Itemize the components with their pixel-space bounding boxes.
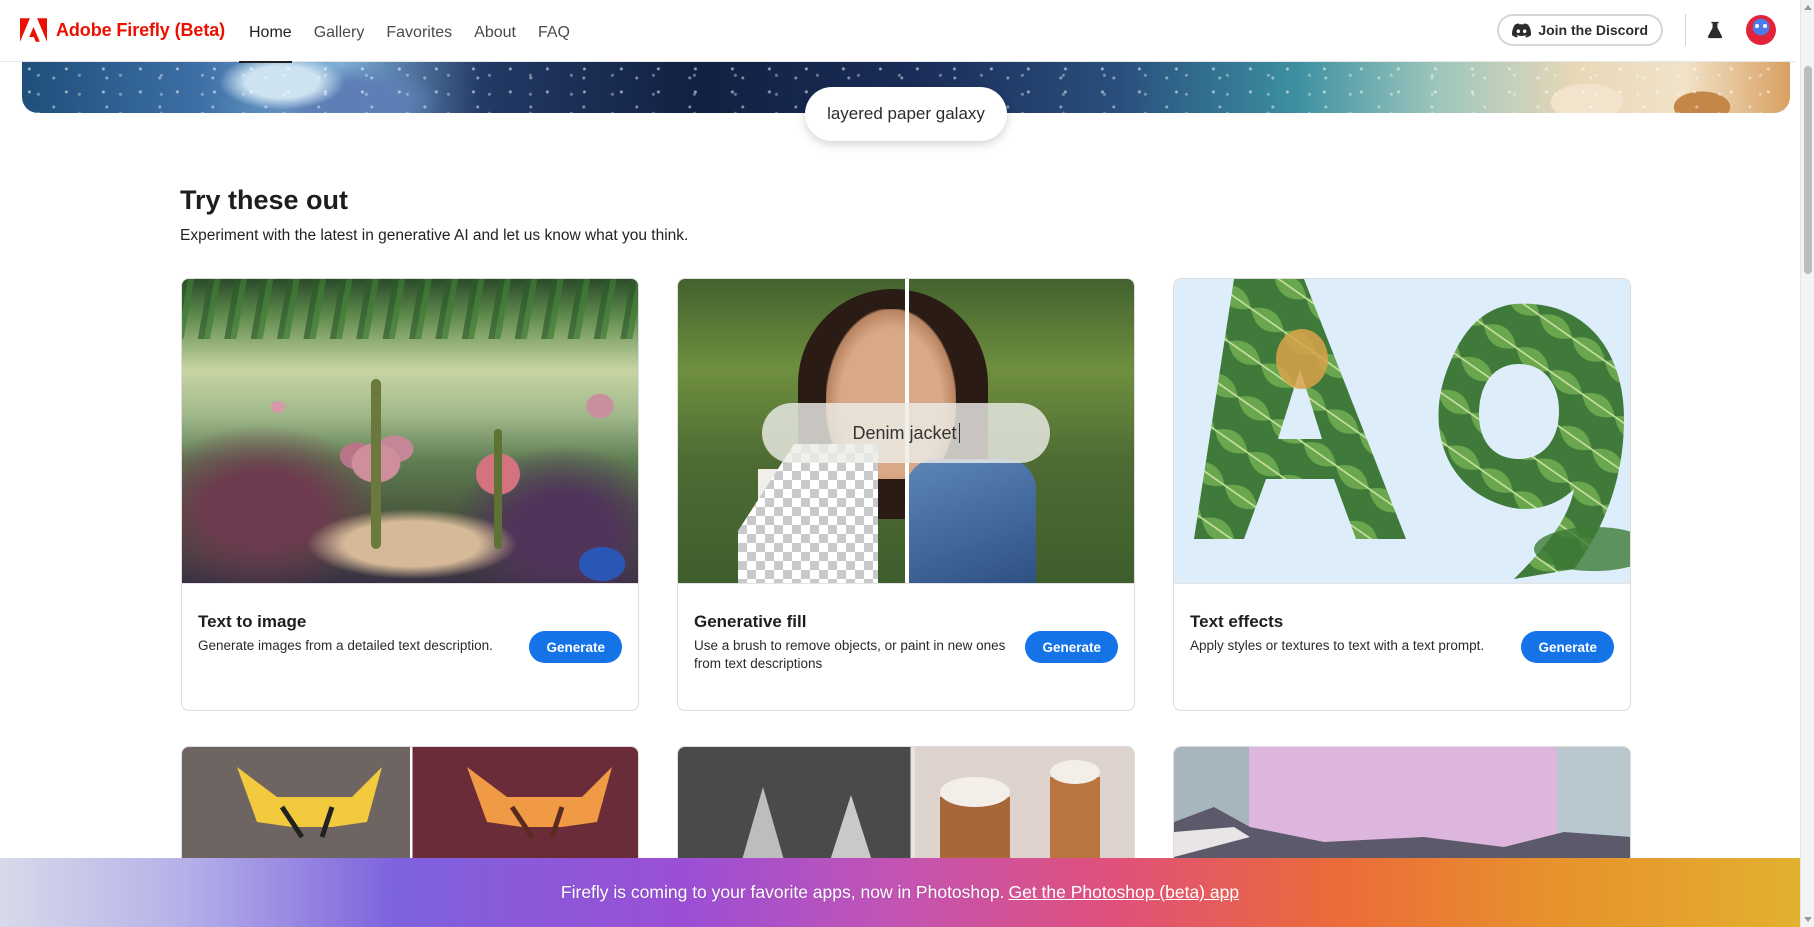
thumb-transparency — [738, 444, 878, 583]
card-thumbnail — [182, 279, 638, 584]
hero-prompt-chip[interactable]: layered paper galaxy — [805, 87, 1007, 141]
nav-faq[interactable]: FAQ — [527, 0, 581, 62]
card-row2-3[interactable] — [1173, 746, 1631, 866]
overlay-prompt-text: Denim jacket — [852, 422, 957, 443]
thumb-stem — [371, 379, 381, 549]
card-title: Text effects — [1190, 612, 1284, 631]
brand[interactable]: Adobe Firefly (Beta) — [20, 18, 225, 42]
card-thumbnail: Denim jacket — [678, 279, 1134, 584]
card-description: Use a brush to remove objects, or paint … — [694, 638, 1006, 671]
thumb-stem — [494, 429, 502, 549]
card-title: Generative fill — [694, 612, 807, 631]
main-nav: Home Gallery Favorites About FAQ — [238, 0, 581, 63]
join-discord-label: Join the Discord — [1538, 22, 1648, 38]
nav-about[interactable]: About — [463, 0, 527, 62]
card-thumbnail — [1174, 279, 1630, 584]
origami-cat-art — [237, 767, 612, 839]
thumb-leaves — [182, 279, 638, 339]
promo-text: Firefly is coming to your favorite apps,… — [560, 882, 1005, 902]
page-scrollbar[interactable] — [1800, 0, 1814, 927]
card-description: Generate images from a detailed text des… — [198, 638, 493, 653]
photoshop-beta-link[interactable]: Get the Photoshop (beta) app — [1008, 882, 1239, 903]
text-caret — [958, 423, 960, 443]
landscape-art — [1174, 807, 1630, 865]
card-title: Text to image — [198, 612, 307, 631]
card-row2-1[interactable] — [181, 746, 639, 866]
top-navigation: Adobe Firefly (Beta) Home Gallery Favori… — [0, 0, 1796, 63]
card-thumbnail — [1174, 747, 1630, 865]
card-thumbnail — [182, 747, 638, 865]
promo-banner: Firefly is coming to your favorite apps,… — [0, 858, 1800, 927]
generate-button[interactable]: Generate — [1521, 631, 1614, 663]
section-subtitle: Experiment with the latest in generative… — [180, 227, 689, 244]
join-discord-button[interactable]: Join the Discord — [1497, 14, 1663, 46]
3d-shapes-art — [740, 760, 1100, 865]
section-title: Try these out — [180, 185, 349, 215]
brand-title: Adobe Firefly (Beta) — [56, 19, 226, 40]
scroll-up-arrow-icon[interactable] — [1804, 5, 1812, 10]
leaf-letters-art — [1194, 279, 1630, 579]
nav-home[interactable]: Home — [238, 0, 303, 63]
nav-gallery[interactable]: Gallery — [303, 0, 376, 62]
card-text-effects[interactable]: Text effects Apply styles or textures to… — [1173, 278, 1631, 711]
discord-icon — [1512, 22, 1532, 38]
card-row2-2[interactable] — [677, 746, 1135, 866]
overlay-prompt: Denim jacket — [762, 403, 1050, 463]
beaker-icon[interactable] — [1704, 19, 1726, 41]
scroll-thumb[interactable] — [1804, 66, 1812, 274]
nav-divider — [1685, 14, 1686, 46]
adobe-logo-icon — [20, 18, 47, 42]
nav-actions: Join the Discord — [1497, 14, 1776, 46]
card-text-to-image[interactable]: Text to image Generate images from a det… — [181, 278, 639, 711]
card-generative-fill[interactable]: Denim jacket Generative fill Use a brush… — [677, 278, 1135, 711]
generate-button[interactable]: Generate — [1025, 631, 1118, 663]
generate-button[interactable]: Generate — [529, 631, 622, 663]
user-avatar[interactable] — [1746, 15, 1776, 45]
thumb-denim-jacket — [906, 459, 1036, 583]
scroll-down-arrow-icon[interactable] — [1804, 917, 1812, 922]
nav-favorites[interactable]: Favorites — [375, 0, 463, 62]
card-thumbnail — [678, 747, 1134, 865]
card-description: Apply styles or textures to text with a … — [1190, 638, 1485, 653]
